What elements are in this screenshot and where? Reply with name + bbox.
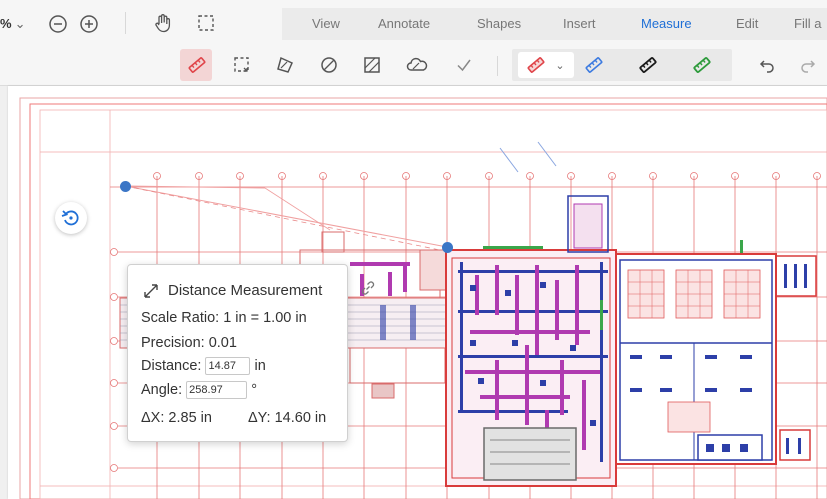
undo-icon[interactable]: [756, 54, 778, 76]
tab-fill-and-sign[interactable]: Fill a: [794, 16, 821, 31]
ellipse-area-icon[interactable]: [316, 52, 342, 78]
pan-hand-icon[interactable]: [150, 10, 176, 36]
tab-annotate[interactable]: Annotate: [378, 16, 430, 31]
angle-input[interactable]: [186, 381, 248, 399]
measurement-popup: Distance Measurement Scale Ratio: 1 in =…: [127, 264, 375, 442]
distance-unit: in: [254, 357, 266, 374]
blue-ruler-preset-icon[interactable]: [582, 54, 606, 76]
zoom-in-icon[interactable]: [77, 12, 101, 36]
chevron-down-icon[interactable]: ⌄: [553, 56, 567, 74]
measurement-start-handle[interactable]: [120, 181, 131, 192]
expand-arrows-icon: [144, 284, 158, 298]
popup-title: Distance Measurement: [168, 282, 323, 299]
tab-insert[interactable]: Insert: [563, 16, 596, 31]
area-polygon-icon[interactable]: [272, 52, 298, 78]
angle-label: Angle:: [141, 381, 183, 398]
rectangle-area-icon[interactable]: [359, 52, 385, 78]
zoom-value: %: [0, 16, 12, 31]
tab-view[interactable]: View: [312, 16, 340, 31]
angle-row: Angle: °: [141, 381, 257, 399]
perimeter-icon[interactable]: [229, 52, 255, 78]
distance-row: Distance: in: [141, 357, 266, 375]
divider: [497, 56, 498, 76]
link-icon[interactable]: [359, 279, 377, 297]
redo-icon[interactable]: [797, 54, 819, 76]
tab-edit[interactable]: Edit: [736, 16, 758, 31]
divider: [125, 12, 126, 34]
tab-shapes[interactable]: Shapes: [477, 16, 521, 31]
distance-ruler-icon[interactable]: [184, 52, 210, 78]
distance-label: Distance:: [141, 357, 202, 374]
green-ruler-preset-icon[interactable]: [690, 54, 714, 76]
rotate-page-button[interactable]: [55, 202, 87, 234]
delta-y-text: ΔY: 14.60 in: [248, 410, 327, 426]
red-ruler-preset-icon[interactable]: [524, 54, 548, 76]
black-ruler-preset-icon[interactable]: [636, 54, 660, 76]
rotate-icon: [61, 210, 79, 226]
zoom-out-icon[interactable]: [46, 12, 70, 36]
checkmark-icon[interactable]: [451, 52, 477, 78]
cloud-area-icon[interactable]: [403, 52, 431, 78]
angle-unit: °: [251, 381, 257, 398]
precision-text: Precision: 0.01: [141, 335, 237, 351]
measurement-end-handle[interactable]: [442, 242, 453, 253]
scale-ratio-text: Scale Ratio: 1 in = 1.00 in: [141, 310, 307, 326]
zoom-dropdown[interactable]: % ⌄: [0, 16, 25, 32]
delta-x-text: ΔX: 2.85 in: [141, 410, 212, 426]
chevron-down-icon: ⌄: [14, 16, 26, 31]
distance-input[interactable]: [205, 357, 251, 375]
select-region-icon[interactable]: [195, 12, 217, 34]
tab-measure[interactable]: Measure: [641, 16, 692, 31]
floor-plan-drawing: [19, 97, 827, 499]
